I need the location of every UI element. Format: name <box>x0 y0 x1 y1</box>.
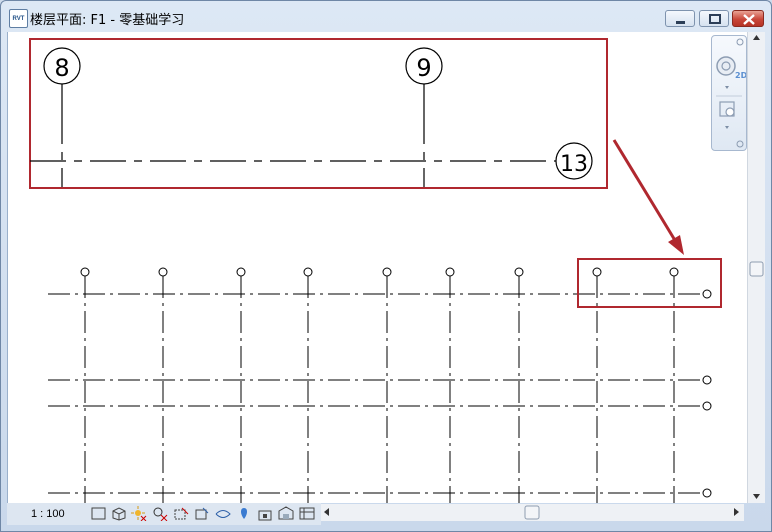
grid-label-13: 13 <box>560 152 588 177</box>
navigation-bar-graphics: 2D <box>716 38 748 148</box>
navigation-bar[interactable]: 2D <box>711 35 748 151</box>
lock-3d-icon[interactable] <box>257 506 273 521</box>
grid-bubble[interactable] <box>158 267 168 277</box>
grid-bubble[interactable] <box>303 267 313 277</box>
grid-bubble[interactable] <box>592 267 602 277</box>
plan-grid <box>48 267 712 503</box>
worksharing-icon[interactable] <box>299 506 315 521</box>
nav-close-icon <box>736 38 744 46</box>
grid-bubble[interactable] <box>514 267 524 277</box>
scale-indicator[interactable]: 1 : 100 <box>31 508 65 520</box>
scroll-left-icon <box>324 508 329 516</box>
drawing-canvas[interactable]: 8 9 13 <box>7 32 748 503</box>
minimize-button[interactable] <box>665 10 695 27</box>
maximize-button[interactable] <box>699 10 729 27</box>
grid-bubble[interactable] <box>382 267 392 277</box>
vscroll-thumb <box>749 261 764 277</box>
steering-wheel-icon <box>716 56 736 76</box>
inset-detail: 8 9 13 <box>29 38 608 189</box>
temporary-hide-icon[interactable] <box>215 506 231 521</box>
grid-bubble[interactable] <box>669 267 679 277</box>
label-2d: 2D <box>735 71 746 80</box>
analysis-display-icon[interactable] <box>278 506 294 521</box>
grid-bubble[interactable] <box>702 401 712 411</box>
highlight-box <box>577 258 722 308</box>
title-bar[interactable]: RVT 楼层平面: F1 - 零基础学习 <box>1 1 771 31</box>
crop-view-icon[interactable] <box>173 506 189 521</box>
vertical-scrollbar-graphics <box>749 35 764 499</box>
maximize-icon <box>709 14 721 24</box>
inset-frame <box>29 38 608 189</box>
revit-app-icon[interactable]: RVT <box>9 9 28 28</box>
reveal-hidden-icon[interactable] <box>236 506 252 521</box>
grid-bubble[interactable] <box>236 267 246 277</box>
shadows-icon[interactable] <box>152 506 168 521</box>
show-crop-icon[interactable] <box>194 506 210 521</box>
view-window: RVT 楼层平面: F1 - 零基础学习 8 9 13 2D 1: 100 <box>0 0 772 532</box>
horizontal-scrollbar-graphics <box>324 505 739 520</box>
grid-bubble[interactable] <box>702 375 712 385</box>
horizontal-scrollbar[interactable] <box>321 504 744 521</box>
floor-plan-drawing: 8 9 13 <box>29 38 722 503</box>
hscroll-thumb <box>524 505 540 520</box>
minimize-icon <box>676 21 685 24</box>
scroll-right-icon <box>734 508 739 516</box>
grid-label-9: 9 <box>416 54 431 82</box>
view-control-bar: 1 : 100 <box>7 503 321 525</box>
grid-bubble[interactable] <box>702 289 712 299</box>
scroll-down-icon <box>753 494 760 499</box>
visual-style-icon[interactable] <box>111 506 127 521</box>
grid-label-8: 8 <box>54 54 69 82</box>
detail-level-icon[interactable] <box>91 506 107 521</box>
window-title: 楼层平面: F1 - 零基础学习 <box>30 13 185 28</box>
callout-arrow <box>612 139 684 255</box>
close-icon <box>743 14 755 25</box>
grid-bubble[interactable] <box>445 267 455 277</box>
grid-bubble[interactable] <box>702 488 712 498</box>
sun-path-icon[interactable] <box>131 506 147 521</box>
close-button[interactable] <box>732 10 764 27</box>
vertical-scrollbar[interactable] <box>747 32 765 503</box>
scroll-up-icon <box>753 35 760 40</box>
grid-bubble[interactable] <box>80 267 90 277</box>
